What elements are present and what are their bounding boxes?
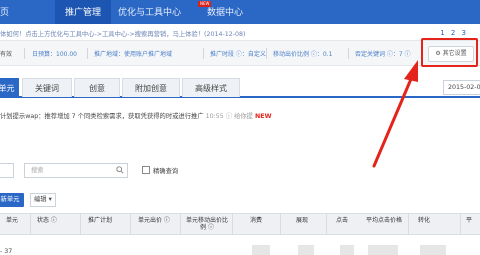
tab-extra-creative[interactable]: 附加创意 [122,78,180,97]
divider [180,214,181,234]
th-impressions[interactable]: 展现 [296,217,308,224]
daily-budget[interactable]: 日预算：100.00 [32,49,77,58]
th-more[interactable]: 平 [466,217,472,224]
divider [408,214,409,234]
th-unit[interactable]: 单元 [6,217,18,224]
exact-search-checkbox[interactable] [142,166,150,174]
tab-unit[interactable]: 单元 [0,78,19,97]
top-navigation: 页 推广管理 优化与工具中心 数据中心 NEW [0,0,480,24]
filter-dropdown[interactable] [0,163,14,178]
th-clicks[interactable]: 点击 [336,217,348,224]
divider [203,48,204,59]
notice-pager[interactable]: 1 2 3 [440,29,468,37]
new-label: NEW [255,113,272,120]
divider [30,214,31,234]
nav-promotion[interactable]: 推广管理 [55,0,112,24]
highlight-box [421,38,478,67]
divider [130,214,131,234]
divider [326,214,327,234]
nav-home[interactable]: 页 [0,0,9,24]
status-value: 有效 [0,51,13,58]
tip-line: 计划提示wap：推荐增加 7 个同类检索需求，获取凭获得的时或进行推广 10:5… [0,111,272,120]
divider [87,48,88,59]
mobile-bid-ratio[interactable]: 移动出价比例 ⓘ：0.1 [273,49,332,58]
unit-settings-bar: 有效 日预算：100.00 推广地域：使用账户推广地域 推广时段 ⓘ：自定义 移… [0,40,480,66]
edit-dropdown[interactable]: 编辑 ▾ [30,193,56,207]
divider [348,48,349,59]
tip-time: 10:55 ⓘ 给你提 [205,113,253,120]
nav-tools[interactable]: 优化与工具中心 [118,0,181,24]
row-count: - 37 [0,248,13,255]
tip-text: 计划提示wap：推荐增加 7 个同类检索需求，获取凭获得的时或进行推广 [0,113,204,120]
th-unit-bid[interactable]: 单元出价 ⓘ [138,217,170,224]
th-cost[interactable]: 消费 [250,217,262,224]
search-icon[interactable] [116,166,124,174]
search-input[interactable]: 搜索 [24,163,128,178]
divider [280,214,281,234]
divider [266,48,267,59]
th-mobile-bid-ratio[interactable]: 单元移动出价比例 ⓘ [186,217,228,231]
blurred-value [340,245,354,255]
nav-data-center[interactable]: 数据中心 [207,0,243,24]
divider [80,214,81,234]
new-unit-button[interactable]: 新单元 [0,193,24,207]
blurred-value [298,245,314,255]
notice-text[interactable]: 体如何！点击上方优化与工具中心->工具中心->搜索再营销，马上体验！(2014-… [0,29,246,38]
tab-bar: 单元 关键词 创意 附加创意 高级样式 [0,78,480,98]
tab-creative[interactable]: 创意 [74,78,120,97]
divider [24,48,25,59]
table-header: 单元 状态 ⓘ 推广计划 单元出价 ⓘ 单元移动出价比例 ⓘ 消费 展现 点击 … [0,213,480,235]
promotion-time[interactable]: 推广时段 ⓘ：自定义 [210,49,266,58]
exact-search-label: 精确查询 [153,168,179,175]
blurred-value [252,245,270,255]
divider [232,214,233,234]
th-conversion[interactable]: 转化 [418,217,430,224]
date-picker[interactable]: 2015-02-0 [443,80,480,95]
tab-advanced-style[interactable]: 高级样式 [182,78,240,97]
th-plan[interactable]: 推广计划 [88,217,112,224]
negative-keywords[interactable]: 否定关键词 ⓘ：7 ⓘ [355,49,411,58]
table-row[interactable]: - 37 [0,235,480,255]
promotion-region[interactable]: 推广地域：使用账户推广地域 [94,49,172,58]
blurred-value [420,245,446,255]
blurred-value [368,245,398,255]
th-status[interactable]: 状态 ⓘ [37,217,57,224]
tab-keywords[interactable]: 关键词 [22,78,72,97]
th-avg-click-price[interactable]: 平均点击价格 [366,217,402,224]
new-badge: NEW [198,1,212,7]
divider [460,214,461,234]
